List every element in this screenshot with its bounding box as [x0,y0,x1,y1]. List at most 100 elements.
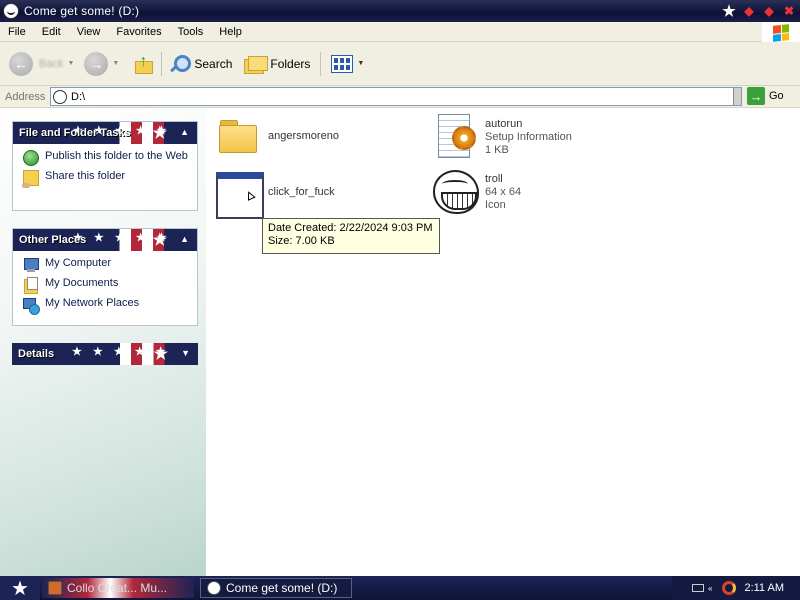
system-tray: « 2:11 AM [672,576,800,600]
taskbar-item-label: Come get some! (D:) [226,581,338,595]
task-label: Publish this folder to the Web [45,150,188,162]
share-folder-icon [22,170,39,188]
toolbar-separator [161,51,163,76]
maximize-button[interactable]: ◆ [760,2,778,20]
search-button[interactable]: Search [168,53,232,75]
window-controls: ★ ◆ ◆ ✖ [720,2,798,20]
details-header[interactable]: ★ ★ ★ ★ ★ ★ Details ▼ [12,343,198,365]
forward-dropdown-icon[interactable]: ▼ [112,60,119,67]
expand-icon[interactable]: ▼ [181,348,190,358]
menu-file[interactable]: File [0,26,34,38]
task-share-folder[interactable]: Share this folder [22,170,189,188]
window-title: Come get some! (D:) [24,4,140,18]
folders-button[interactable]: Folders [244,55,311,74]
back-label: Back [39,57,64,70]
toolbar: ← Back ▼ → ▼ ↑ Search Folders ▼ [0,42,800,86]
file-folder-tasks-header[interactable]: ★ ★ ★ ★ ★ ★ File and Folder Tasks ▲ [13,122,197,144]
back-arrow-icon: ← [9,51,33,76]
file-size: 1 KB [485,144,509,156]
other-places-panel: ★ ★ ★ ★ ★ ★ Other Places ▲ My Computer M… [12,228,198,326]
title-bar[interactable]: Come get some! (D:) ★ ◆ ◆ ✖ [0,0,800,22]
task-publish-web[interactable]: Publish this folder to the Web [23,150,189,166]
file-item-autorun[interactable]: autorun Setup Information 1 KB [434,112,572,160]
menu-tools[interactable]: Tools [170,26,212,38]
troll-face-icon [432,168,480,216]
star-icon: ★ [722,3,736,20]
minimize-button[interactable]: ◆ [740,2,758,20]
address-label: Address [5,90,46,103]
folders-label: Folders [270,56,311,71]
back-dropdown-icon[interactable]: ▼ [67,60,74,67]
menu-favorites[interactable]: Favorites [108,26,169,38]
troll-app-icon [207,581,221,595]
setup-information-icon [434,112,478,160]
address-input[interactable]: D:\ [50,87,742,106]
clock[interactable]: 2:11 AM [744,582,784,594]
place-label: My Network Places [45,297,140,309]
file-item-folder[interactable]: angersmoreno [218,118,339,153]
windows-logo [762,22,800,44]
address-dropdown-button[interactable] [733,88,741,105]
documents-icon [23,277,39,294]
drive-icon [53,89,67,104]
tray-expand-icon[interactable]: « [708,584,712,593]
file-tooltip: Date Created: 2/22/2024 9:03 PM Size: 7.… [262,218,440,254]
address-value: D:\ [71,90,86,103]
close-button[interactable]: ✖ [780,2,798,20]
taskbar-item-label: Collo Creat... Mu... [67,581,168,595]
collapse-icon[interactable]: ▲ [180,234,189,244]
media-player-icon [48,581,62,595]
tooltip-size: Size: 7.00 KB [268,235,335,247]
image-dimensions: 64 x 64 [485,186,522,198]
toolbar-separator [320,51,322,76]
menu-edit[interactable]: Edit [34,26,69,38]
views-icon [331,54,354,73]
star-icon: ★ [153,346,168,363]
file-name: click_for_fuck [268,186,335,198]
network-icon [23,297,40,315]
place-my-computer[interactable]: My Computer [23,257,189,273]
file-folder-tasks-panel: ★ ★ ★ ★ ★ ★ File and Folder Tasks ▲ Publ… [12,121,198,211]
go-arrow-icon: → [747,87,765,105]
panel-title: File and Folder Tasks [19,127,131,139]
start-button[interactable]: ★ [0,576,40,600]
star-icon: ★ [152,125,167,142]
file-name: troll [485,173,503,185]
go-button[interactable]: → Go [747,87,784,105]
other-places-header[interactable]: ★ ★ ★ ★ ★ ★ Other Places ▲ [13,229,197,251]
star-icon: ★ [152,232,167,249]
place-label: My Documents [45,277,119,289]
menu-view[interactable]: View [69,26,109,38]
back-button[interactable]: ← Back ▼ [9,51,74,76]
menu-bar: File Edit View Favorites Tools Help [0,22,800,44]
menu-help[interactable]: Help [211,26,250,38]
application-window-icon [214,170,264,219]
panel-title: Details [18,348,55,360]
file-name: autorun [485,118,523,130]
views-button[interactable]: ▼ [331,54,365,73]
up-folder-button[interactable]: ↑ [133,53,155,75]
tray-app-icon[interactable] [722,581,737,595]
file-item-exe[interactable]: click_for_fuck [214,170,335,219]
details-panel: ★ ★ ★ ★ ★ ★ Details ▼ [12,343,198,365]
file-name: angersmoreno [268,130,339,142]
tooltip-date: Date Created: 2/22/2024 9:03 PM [268,222,433,234]
place-my-documents[interactable]: My Documents [23,277,189,294]
panel-title: Other Places [19,234,87,246]
up-folder-icon: ↑ [133,53,155,75]
troll-app-icon [3,3,19,19]
views-dropdown-icon: ▼ [357,60,365,67]
file-item-troll[interactable]: troll 64 x 64 Icon [432,168,521,216]
taskbar-item-explorer[interactable]: Come get some! (D:) [200,578,352,598]
forward-button[interactable]: → ▼ [84,51,119,76]
place-label: My Computer [45,257,112,269]
place-my-network[interactable]: My Network Places [23,297,189,315]
go-label: Go [769,90,784,102]
taskbar-item-media[interactable]: Collo Creat... Mu... [42,578,194,598]
forward-arrow-icon: → [84,51,109,76]
globe-icon [23,150,39,166]
keyboard-icon[interactable] [692,584,704,592]
windows-flag-icon [773,24,789,42]
search-icon [168,53,192,75]
collapse-icon[interactable]: ▲ [180,127,189,137]
